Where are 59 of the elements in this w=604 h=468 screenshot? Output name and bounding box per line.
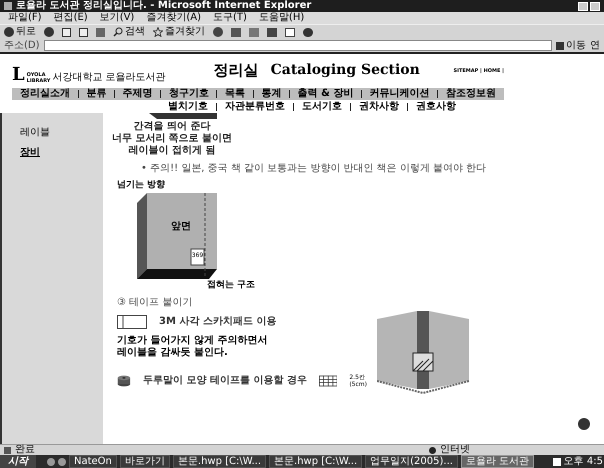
nav-item[interactable]: 통계 xyxy=(261,88,282,100)
subnav-item[interactable]: 권차사항 xyxy=(359,100,399,112)
taskbar-item[interactable]: 로욜라 도서관 xyxy=(460,455,534,468)
taskbar-item[interactable]: 본문.hwp [C:\W... xyxy=(269,455,362,468)
taskbar-item[interactable]: NateOn xyxy=(69,455,117,468)
nav-item[interactable]: 주제명 xyxy=(122,88,153,100)
grid-drawing xyxy=(318,374,338,388)
go-button[interactable]: 이동 xyxy=(556,40,586,52)
taskbar-item[interactable]: 업무일지(2005)... xyxy=(365,455,458,468)
fold-label: 접혀는 구조 xyxy=(207,279,256,291)
search-icon xyxy=(113,27,123,37)
roll-label: 두루말이 모양 테이프를 이용할 경우 xyxy=(142,375,307,387)
nav-item[interactable]: 목록 xyxy=(225,88,246,100)
sidebar-item[interactable]: 레이블 xyxy=(20,127,103,139)
book-face-label: 앞면 xyxy=(171,221,191,233)
nav-item[interactable]: 청구기호 xyxy=(168,88,209,100)
menu-item[interactable]: 파일(F) xyxy=(8,12,42,24)
direction-label: 넘기는 방향 xyxy=(117,179,166,191)
scotch-pad-drawing xyxy=(117,315,147,329)
menu-item[interactable]: 도구(T) xyxy=(213,12,247,24)
star-icon xyxy=(153,27,163,37)
nav-item[interactable]: 참조정보원 xyxy=(446,88,496,100)
menu-item[interactable]: 편집(E) xyxy=(54,12,88,24)
favorites-button[interactable]: 즐겨찾기 xyxy=(153,26,205,38)
search-button[interactable]: 검색 xyxy=(113,26,145,38)
address-label: 주소(D) xyxy=(4,40,40,52)
zone-label: 인터넷 xyxy=(440,444,470,456)
window-title: 로욜라 도서관 정리실입니다. - Microsoft Internet Explorer xyxy=(16,0,312,12)
subnav-item[interactable]: 도서기호 xyxy=(302,100,342,112)
back-button[interactable]: 뒤로 xyxy=(4,26,36,38)
start-button[interactable]: 시작 xyxy=(0,455,36,468)
nav-item[interactable]: 정리실소개 xyxy=(20,88,70,100)
tape-instruction: 기호가 들어가지 않게 주의하면서 레이블을 감싸듯 붙인다. xyxy=(117,335,268,359)
menu-item[interactable]: 도움말(H) xyxy=(258,12,304,24)
section-title: 정리실 xyxy=(214,62,259,78)
subnav-item[interactable]: 권호사항 xyxy=(416,100,456,112)
clock: 오후 4:5 xyxy=(564,456,604,467)
status-text: 완료 xyxy=(15,444,35,456)
label-strip-drawing xyxy=(147,113,217,121)
subnav-item[interactable]: 자관분류번호 xyxy=(225,100,285,112)
links-label: 연 xyxy=(590,40,600,52)
menu-item[interactable]: 보기(V) xyxy=(100,12,134,24)
section-subtitle: Cataloging Section xyxy=(270,62,420,78)
subnav-item[interactable]: 별치기호 xyxy=(168,100,208,112)
spacing-caption: 간격을 띄어 준다 너무 모서리 쪽으로 붙이면 레이블이 접히게 됨 xyxy=(112,121,232,157)
sidebar-item[interactable]: 장비 xyxy=(20,147,103,159)
minimize-button[interactable] xyxy=(578,2,588,10)
taskbar-item[interactable]: 본문.hwp [C:\W... xyxy=(172,455,266,468)
taskbar-item[interactable]: 바로가기 xyxy=(120,455,170,468)
maximize-button[interactable] xyxy=(590,2,600,10)
menu-item[interactable]: 즐겨찾기(A) xyxy=(146,12,201,24)
nav-item[interactable]: 분류 xyxy=(86,88,106,100)
nav-item[interactable]: 출력 & 장비 xyxy=(298,88,354,100)
step-title: ③ 테이프 붙이기 xyxy=(117,297,194,309)
address-field[interactable] xyxy=(44,40,552,51)
notice-text: • 주의!! 일본, 중국 책 같이 보통과는 방향이 반대인 책은 이렇게 붙여야 한다 xyxy=(141,163,488,175)
tape-roll-drawing xyxy=(117,373,131,389)
pad-label: 3M 사각 스카치패드 이용 xyxy=(159,316,276,328)
nav-item[interactable]: 커뮤니케이션 xyxy=(370,88,430,100)
